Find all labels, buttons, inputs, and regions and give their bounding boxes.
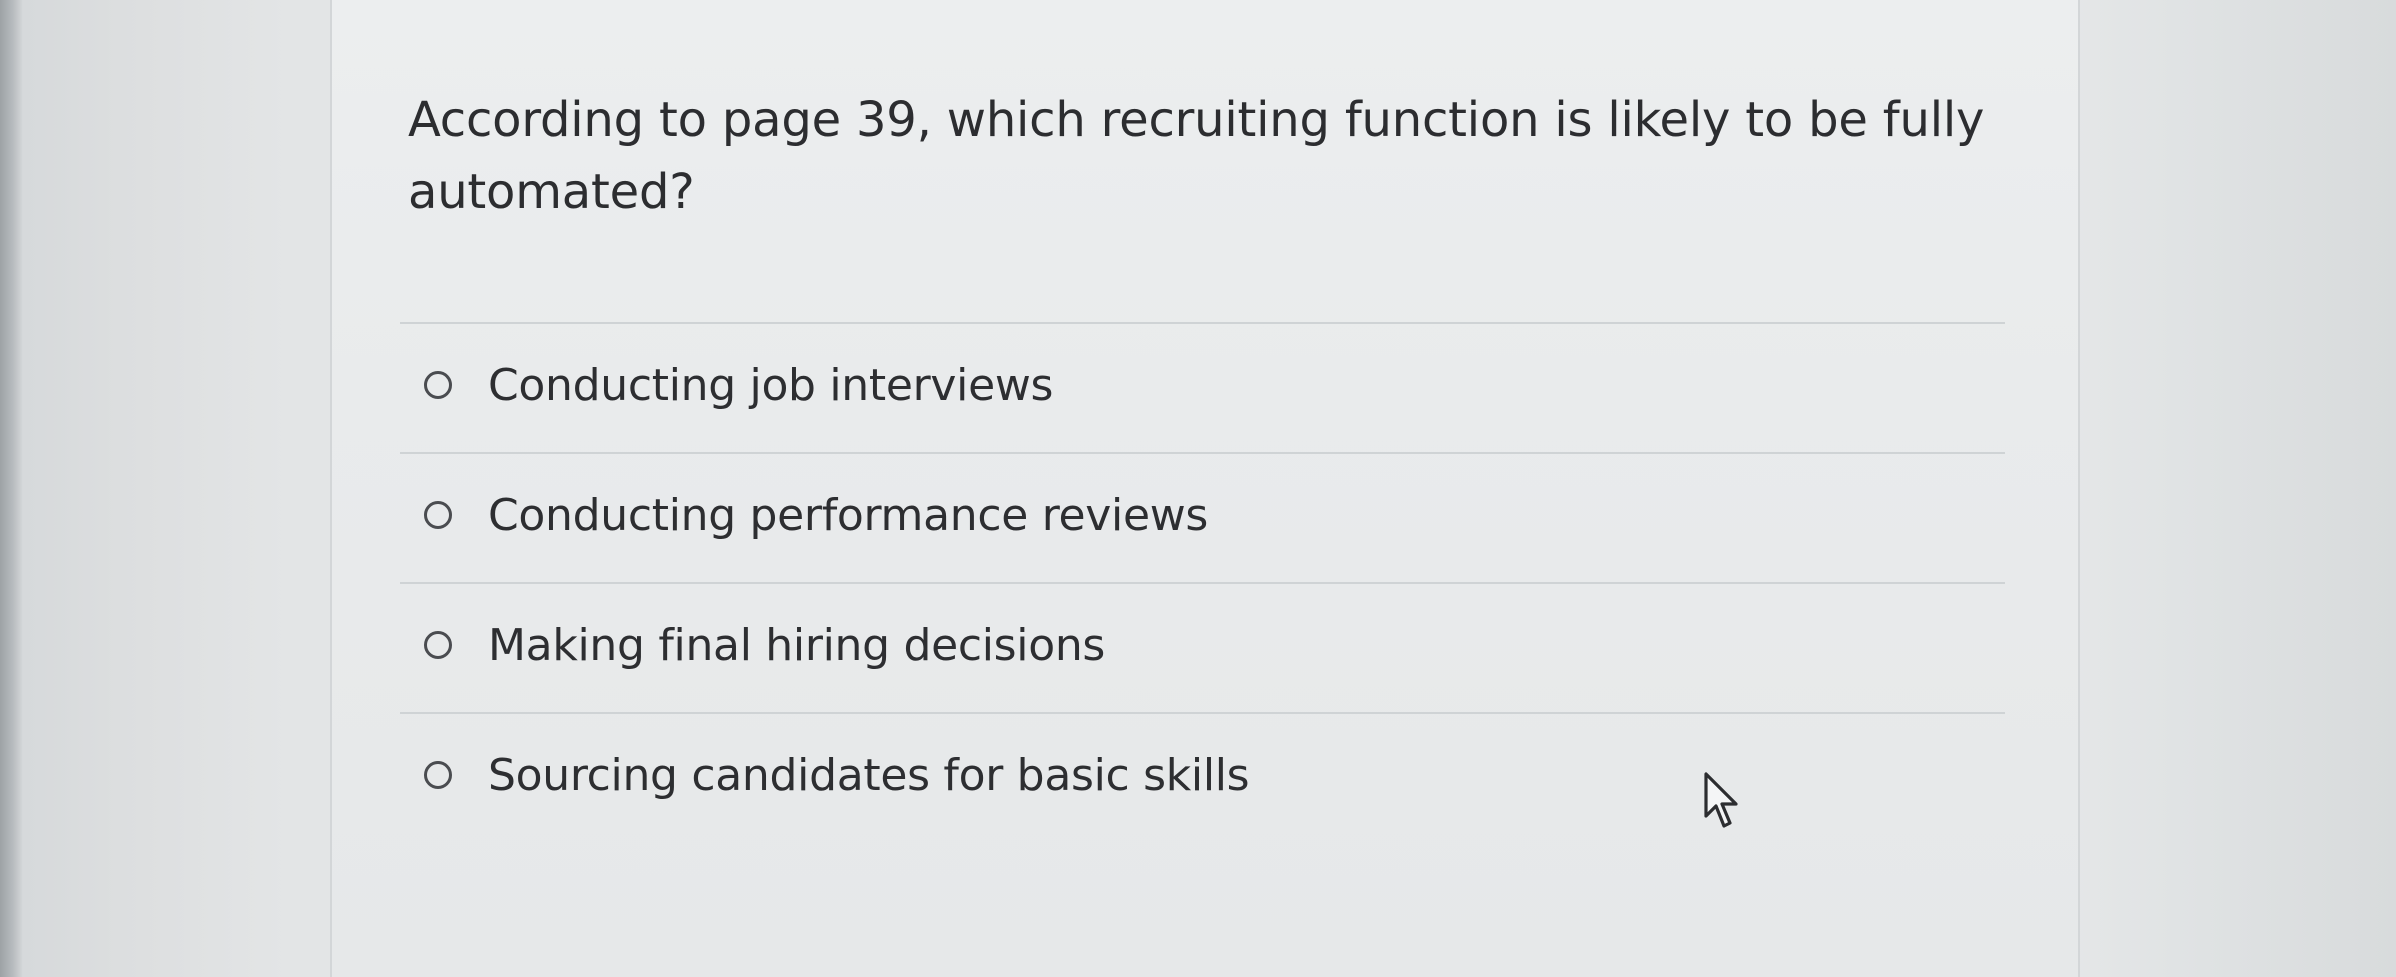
- radio-button-icon[interactable]: [424, 761, 452, 789]
- answer-option-label: Conducting job interviews: [488, 359, 1054, 411]
- answer-option-label: Conducting performance reviews: [488, 489, 1209, 541]
- answer-options: Conducting job interviews Conducting per…: [400, 322, 2005, 842]
- answer-option-label: Sourcing candidates for basic skills: [488, 749, 1250, 801]
- mouse-pointer-icon: [1704, 772, 1738, 828]
- answer-option-4[interactable]: Sourcing candidates for basic skills: [400, 714, 2005, 842]
- answer-option-2[interactable]: Conducting performance reviews: [400, 454, 2005, 582]
- answer-option-3[interactable]: Making final hiring decisions: [400, 584, 2005, 712]
- radio-button-icon[interactable]: [424, 631, 452, 659]
- radio-button-icon[interactable]: [424, 371, 452, 399]
- radio-button-icon[interactable]: [424, 501, 452, 529]
- answer-option-label: Making final hiring decisions: [488, 619, 1106, 671]
- answer-option-1[interactable]: Conducting job interviews: [400, 324, 2005, 452]
- question-text: According to page 39, which recruiting f…: [408, 92, 1985, 220]
- screen-bezel: [0, 0, 22, 977]
